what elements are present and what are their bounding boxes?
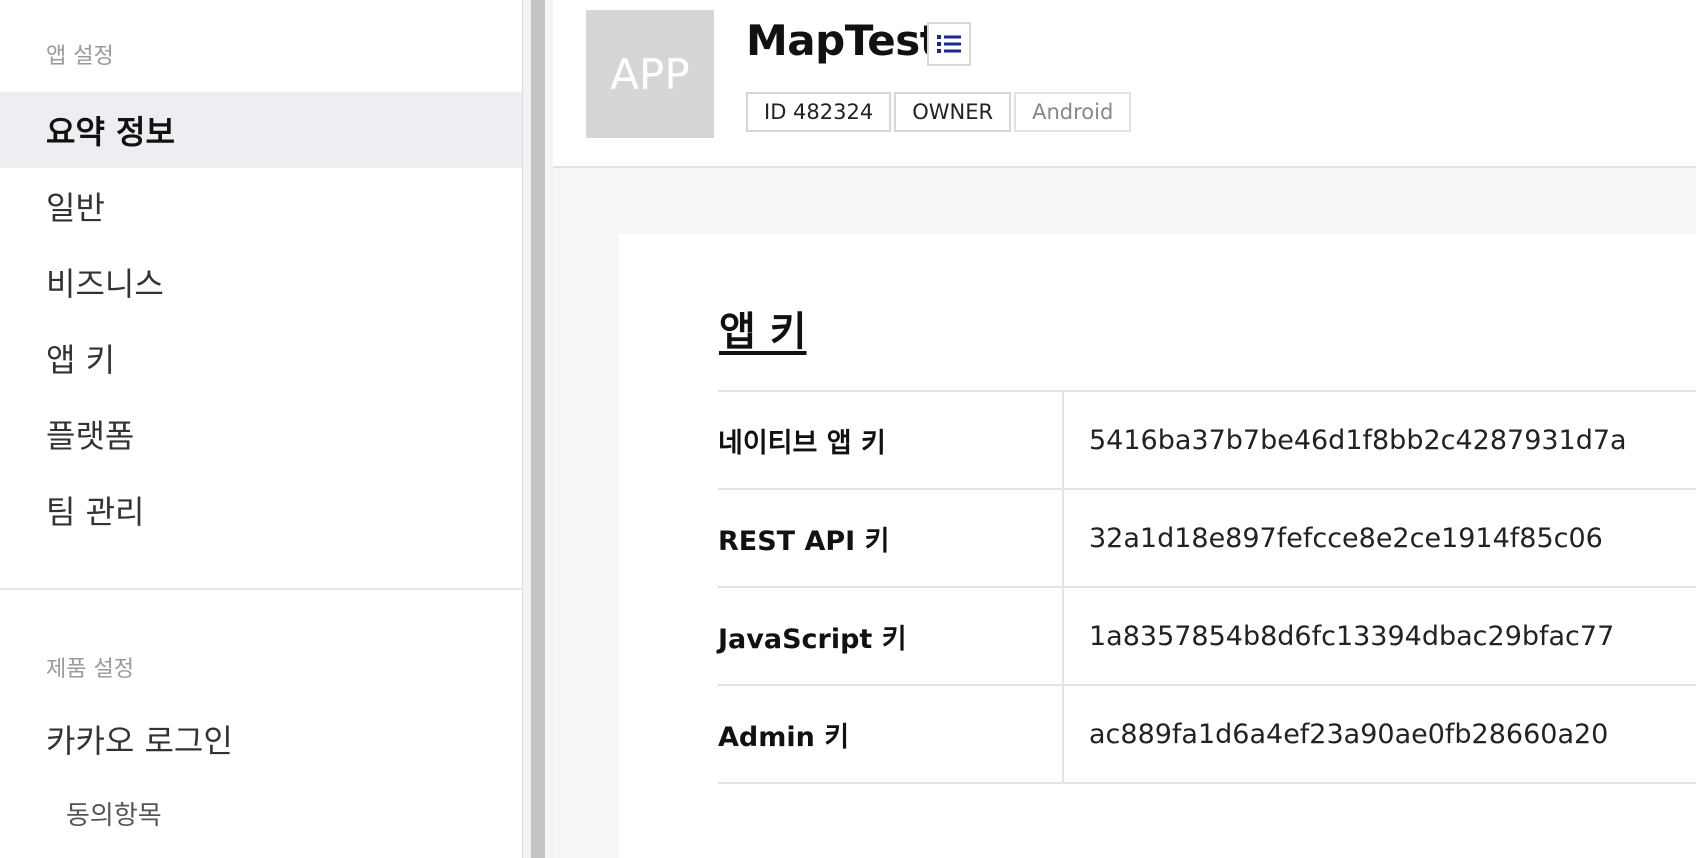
admin-key-value[interactable]: ac889fa1d6a4ef23a90ae0fb28660a20	[1064, 686, 1696, 782]
sidebar-item-summary[interactable]: 요약 정보	[0, 92, 522, 168]
native-app-key-value[interactable]: 5416ba37b7be46d1f8bb2c4287931d7a	[1064, 392, 1696, 488]
rest-api-key-value[interactable]: 32a1d18e897fefcce8e2ce1914f85c06	[1064, 490, 1696, 586]
app-name: MapTest	[746, 16, 940, 65]
admin-key-label: Admin 키	[718, 686, 1064, 782]
app-logo: APP	[586, 10, 714, 138]
app-keys-table: 네이티브 앱 키 5416ba37b7be46d1f8bb2c4287931d7…	[718, 390, 1696, 784]
sidebar-item-platform[interactable]: 플랫폼	[0, 396, 522, 472]
list-icon	[937, 35, 961, 53]
table-row: 네이티브 앱 키 5416ba37b7be46d1f8bb2c4287931d7…	[718, 392, 1696, 490]
app-header: APP MapTest ID 482324 OWNER Android	[553, 0, 1696, 168]
table-row: REST API 키 32a1d18e897fefcce8e2ce1914f85…	[718, 490, 1696, 588]
sidebar-divider	[0, 588, 522, 590]
sidebar-item-app-keys[interactable]: 앱 키	[0, 320, 522, 396]
sidebar-subitem-consent[interactable]: 동의항목	[0, 783, 522, 843]
sidebar-item-kakao-login[interactable]: 카카오 로그인	[0, 701, 522, 777]
product-settings-title: 제품 설정	[46, 657, 134, 682]
role-badge: OWNER	[894, 92, 1012, 132]
page: 앱 설정 요약 정보 일반 비즈니스 앱 키 플랫폼 팀 관리 제품 설정 카카…	[0, 0, 1696, 858]
sidebar: 앱 설정 요약 정보 일반 비즈니스 앱 키 플랫폼 팀 관리 제품 설정 카카…	[0, 0, 523, 858]
native-app-key-label: 네이티브 앱 키	[718, 392, 1064, 488]
app-list-button[interactable]	[927, 22, 971, 66]
app-badges: ID 482324 OWNER Android	[746, 92, 1132, 132]
app-settings-title: 앱 설정	[46, 44, 114, 69]
app-id-badge: ID 482324	[746, 92, 892, 132]
sidebar-item-general[interactable]: 일반	[0, 168, 522, 244]
sidebar-item-team[interactable]: 팀 관리	[0, 472, 522, 548]
platform-badge: Android	[1014, 92, 1132, 132]
rest-api-key-label: REST API 키	[718, 490, 1064, 586]
app-keys-card: 앱 키 네이티브 앱 키 5416ba37b7be46d1f8bb2c42879…	[619, 234, 1696, 858]
table-row: Admin 키 ac889fa1d6a4ef23a90ae0fb28660a20	[718, 686, 1696, 784]
sidebar-scrollbar[interactable]	[531, 0, 545, 858]
javascript-key-label: JavaScript 키	[718, 588, 1064, 684]
app-keys-title[interactable]: 앱 키	[719, 299, 807, 357]
javascript-key-value[interactable]: 1a8357854b8d6fc13394dbac29bfac77	[1064, 588, 1696, 684]
table-row: JavaScript 키 1a8357854b8d6fc13394dbac29b…	[718, 588, 1696, 686]
sidebar-item-business[interactable]: 비즈니스	[0, 244, 522, 320]
